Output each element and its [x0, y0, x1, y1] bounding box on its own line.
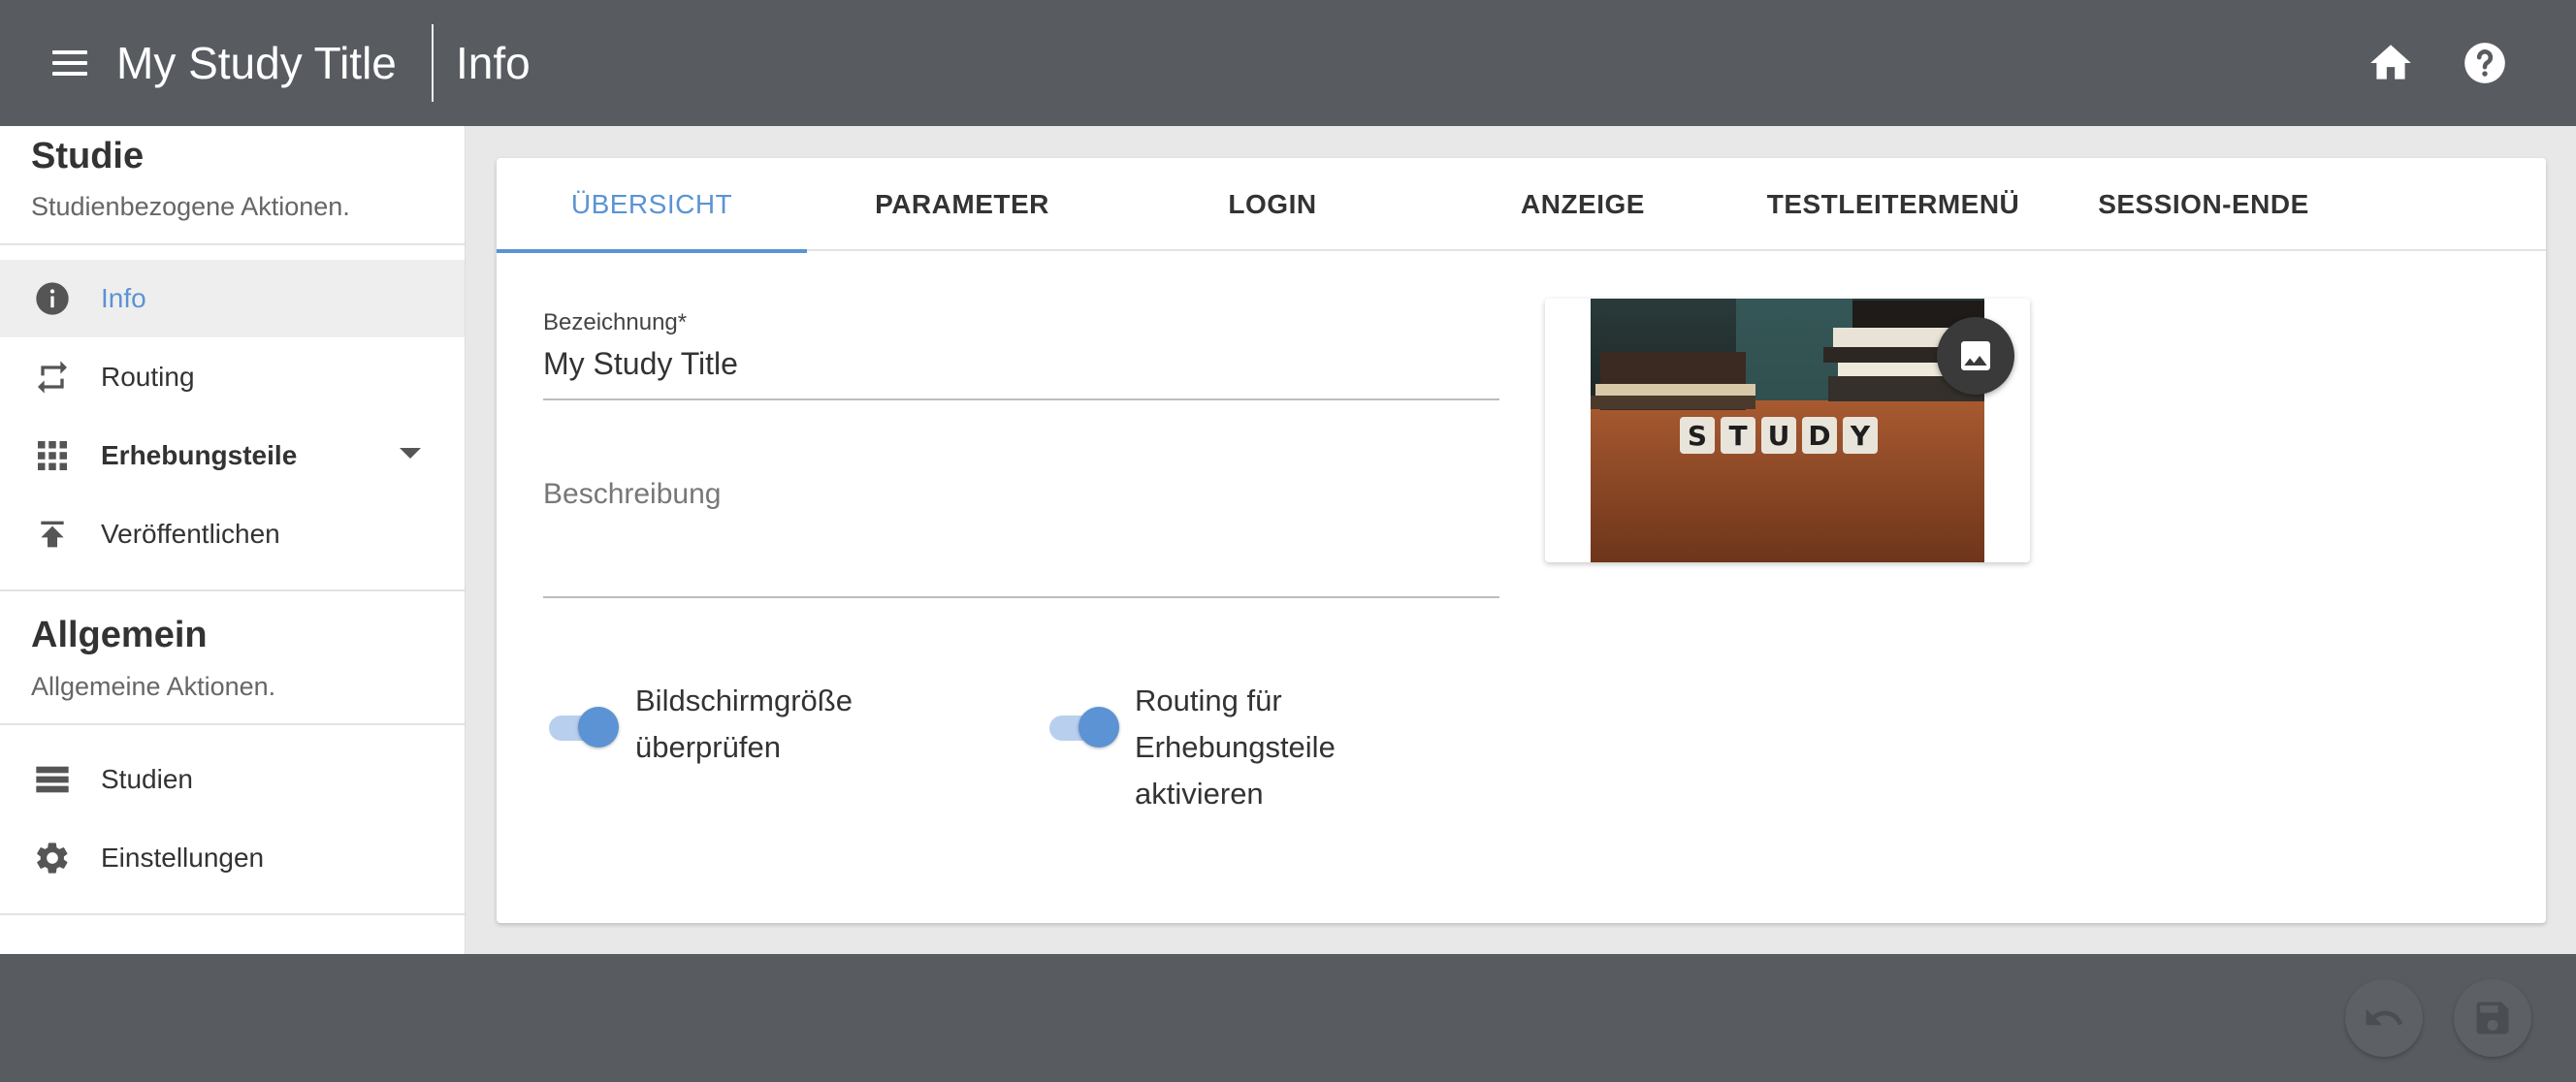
sidebar-item-einstellungen[interactable]: Einstellungen	[0, 819, 465, 897]
name-field[interactable]: Bezeichnung* My Study Title	[543, 309, 1499, 400]
name-field-underline	[543, 398, 1499, 400]
chevron-down-icon[interactable]	[400, 448, 421, 459]
toggle-label-line: Erhebungsteile	[1135, 730, 1336, 764]
tab-anzeige[interactable]: ANZEIGE	[1428, 158, 1738, 251]
undo-button[interactable]	[2345, 979, 2423, 1057]
tab-bar: ÜBERSICHT PARAMETER LOGIN ANZEIGE TESTLE…	[497, 158, 2546, 253]
study-image-picture: S T U D Y	[1591, 299, 1984, 562]
dice-letters: S T U D Y	[1680, 417, 1878, 454]
sidebar-item-studien[interactable]: Studien	[0, 741, 465, 818]
routing-toggle-label: Routing für Erhebungsteile aktivieren	[1135, 678, 1336, 817]
toggle-thumb	[1079, 707, 1119, 748]
sidebar-divider	[0, 913, 465, 915]
change-image-button[interactable]	[1937, 317, 2014, 395]
die-letter: T	[1728, 420, 1747, 452]
name-field-label: Bezeichnung*	[543, 309, 688, 335]
info-icon	[33, 279, 72, 318]
section-subtitle-studie: Studienbezogene Aktionen.	[31, 192, 350, 221]
save-button[interactable]	[2454, 979, 2531, 1057]
die-letter: Y	[1850, 420, 1871, 452]
app-title: My Study Title	[116, 38, 397, 88]
section-title-allgemein: Allgemein	[31, 615, 208, 655]
image-icon	[1961, 341, 1990, 370]
sidebar-item-routing[interactable]: Routing	[0, 338, 465, 416]
bottom-action-bar	[0, 954, 2576, 1082]
top-app-bar: My Study Title Info	[0, 0, 2576, 126]
grid-icon	[33, 436, 72, 475]
section-title-studie: Studie	[31, 136, 145, 176]
publish-icon	[33, 515, 72, 554]
sidebar-item-info[interactable]: Info	[0, 260, 465, 337]
title-divider	[432, 24, 434, 102]
tab-parameter[interactable]: PARAMETER	[807, 158, 1117, 251]
die-letter: U	[1768, 420, 1790, 452]
description-field[interactable]: Beschreibung	[543, 478, 1499, 598]
tab-session-ende[interactable]: SESSION-ENDE	[2048, 158, 2359, 251]
sidebar-item-label: Info	[101, 283, 146, 313]
sidebar-item-label: Einstellungen	[101, 843, 265, 873]
section-subtitle-allgemein: Allgemeine Aktionen.	[31, 672, 276, 701]
sidebar-divider	[0, 243, 465, 245]
help-icon[interactable]	[2461, 39, 2509, 87]
page-title: Info	[456, 38, 531, 88]
tab-uebersicht[interactable]: ÜBERSICHT	[497, 158, 807, 253]
screen-size-toggle-label: Bildschirmgröße überprüfen	[635, 678, 853, 771]
toggle-label-line: aktivieren	[1135, 777, 1264, 811]
sidebar-item-label: Studien	[101, 764, 193, 794]
toggle-label-line: überprüfen	[635, 730, 781, 764]
sidebar-item-erhebungsteile[interactable]: Erhebungsteile	[0, 417, 465, 494]
tab-testleitermenue[interactable]: TESTLEITERMENÜ	[1738, 158, 2048, 251]
die-letter: D	[1808, 420, 1830, 452]
routing-icon	[33, 358, 72, 397]
sidebar-item-label: Erhebungsteile	[101, 440, 298, 470]
sidebar-item-veroeffentlichen[interactable]: Veröffentlichen	[0, 495, 465, 573]
sidebar-item-label: Veröffentlichen	[101, 519, 280, 549]
description-field-underline	[543, 596, 1499, 598]
routing-toggle[interactable]	[1046, 706, 1119, 748]
screen-size-toggle[interactable]	[545, 706, 619, 748]
toggle-thumb	[578, 707, 619, 748]
description-placeholder: Beschreibung	[543, 478, 722, 510]
name-field-value[interactable]: My Study Title	[543, 346, 1499, 382]
tab-login[interactable]: LOGIN	[1117, 158, 1428, 251]
sidebar-item-label: Routing	[101, 362, 195, 392]
die-letter: S	[1688, 420, 1707, 452]
sidebar: Studie Studienbezogene Aktionen. Info Ro…	[0, 126, 466, 954]
list-icon	[33, 760, 72, 799]
toggle-label-line: Bildschirmgröße	[635, 684, 853, 717]
gear-icon	[33, 839, 72, 877]
home-icon[interactable]	[2367, 39, 2415, 87]
menu-icon[interactable]	[43, 39, 97, 87]
info-card: ÜBERSICHT PARAMETER LOGIN ANZEIGE TESTLE…	[497, 158, 2546, 923]
sidebar-divider	[0, 723, 465, 725]
toggle-label-line: Routing für	[1135, 684, 1282, 717]
sidebar-divider	[0, 589, 465, 591]
undo-icon	[2366, 1008, 2403, 1026]
save-icon	[2476, 1002, 2509, 1034]
